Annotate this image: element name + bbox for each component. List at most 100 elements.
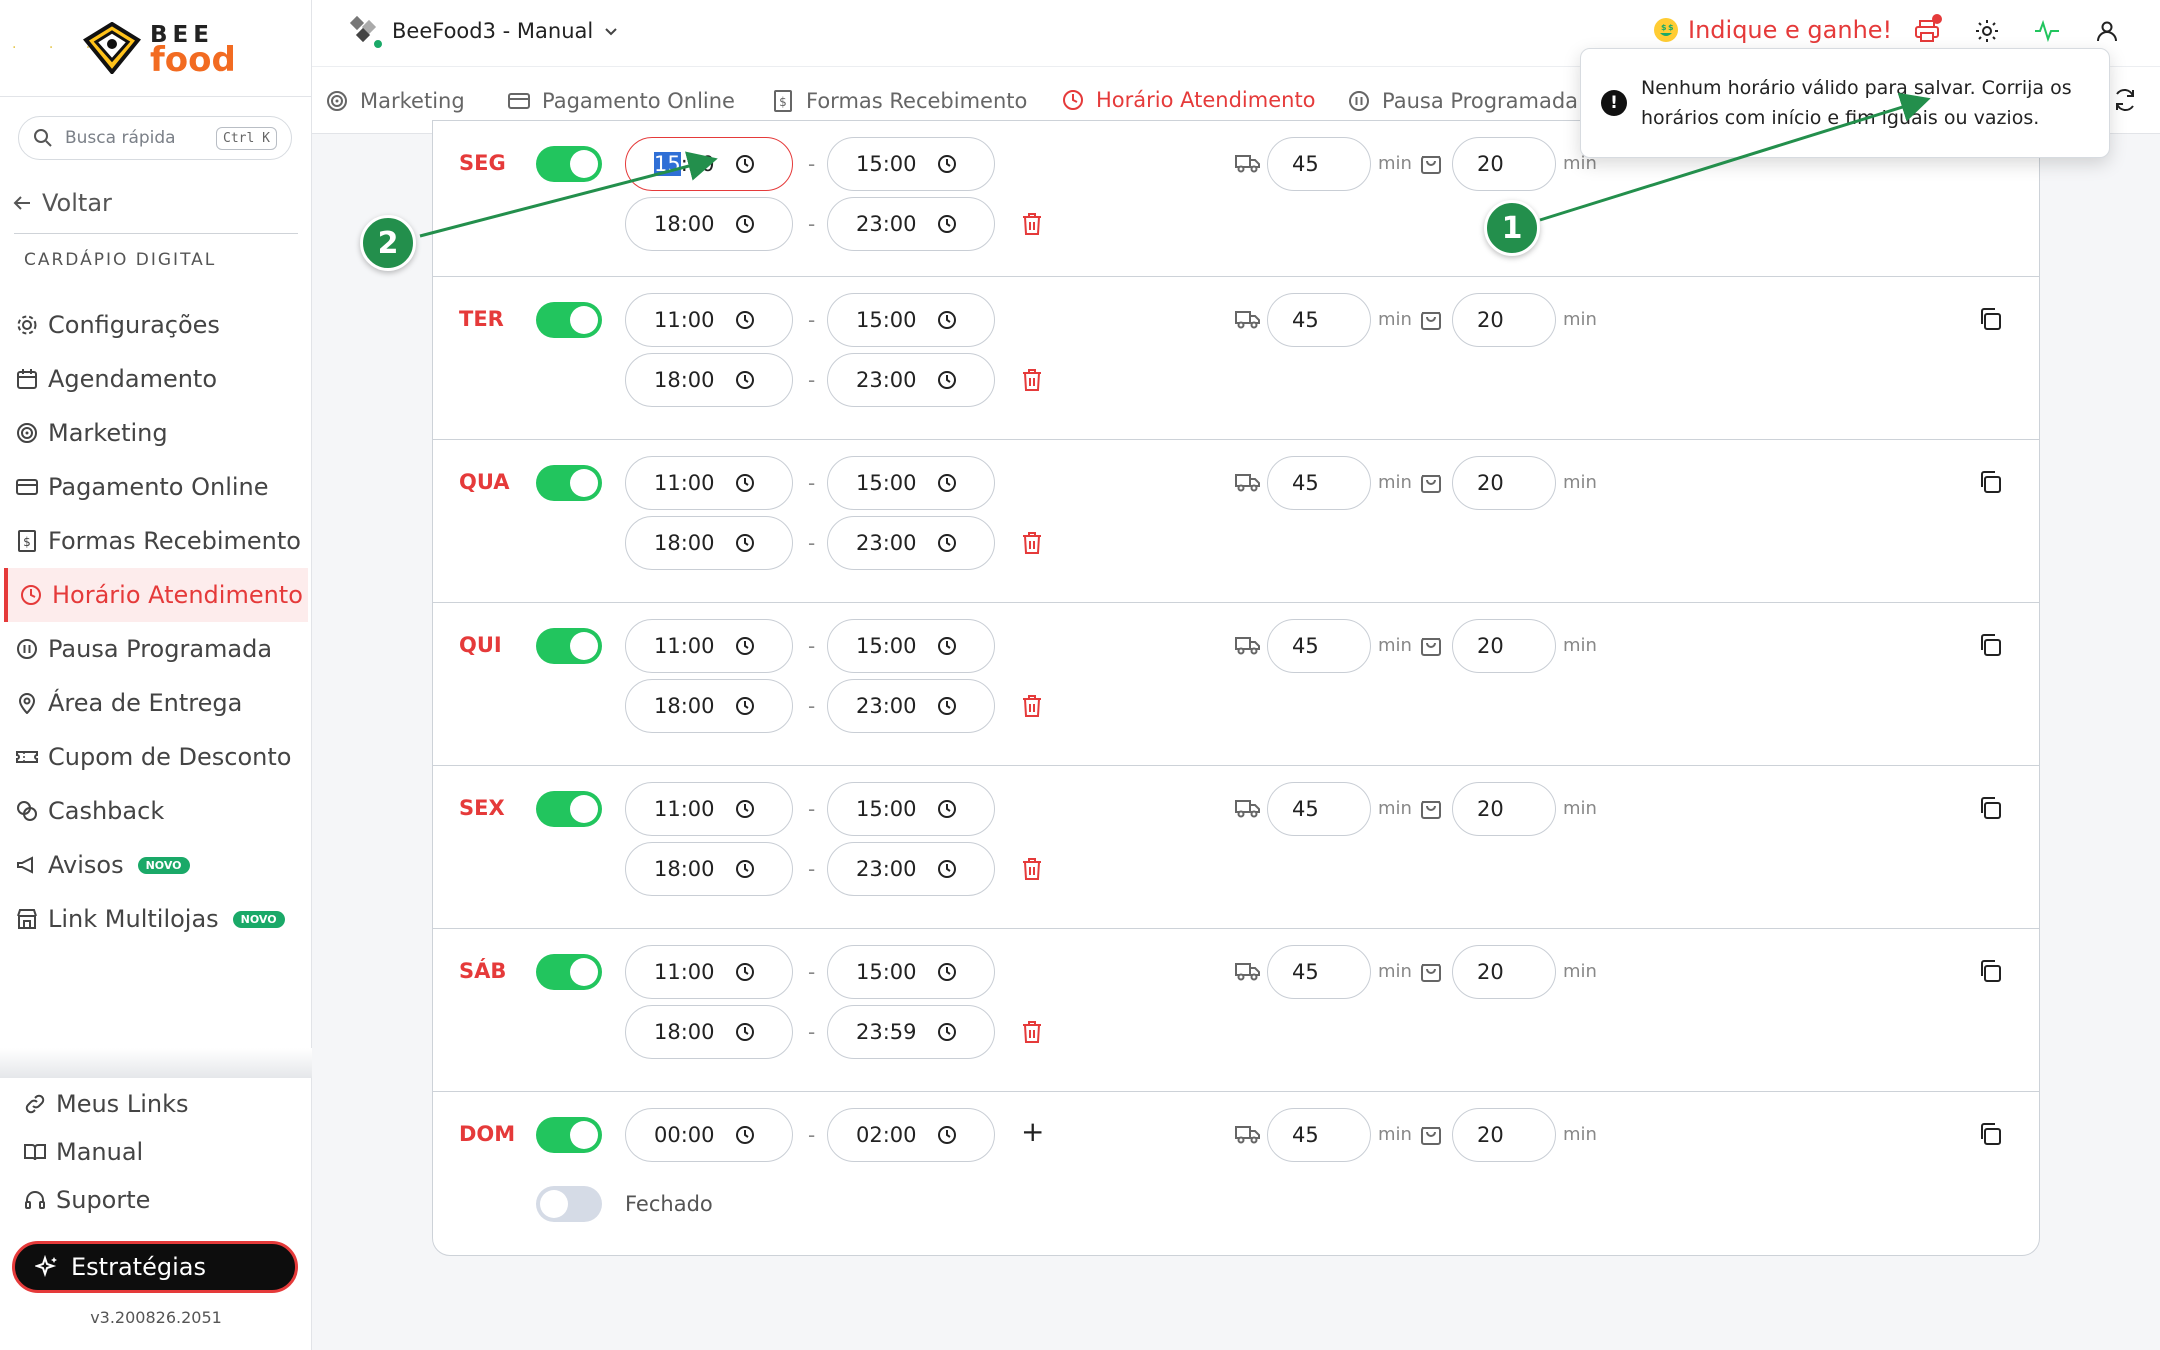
start-time-input[interactable]: 18:00 — [625, 1005, 793, 1059]
end-time-input[interactable]: 15:00 — [827, 137, 995, 191]
start-time-input[interactable]: 18:00 — [625, 842, 793, 896]
sidebar-item-meus-links[interactable]: Meus Links — [0, 1080, 312, 1128]
delivery-time-input[interactable]: 45 — [1267, 456, 1371, 510]
end-time-input[interactable]: 23:00 — [827, 516, 995, 570]
start-time-input[interactable]: 15:00 — [625, 137, 793, 191]
sidebar-item-avisos[interactable]: Avisos NOVO — [0, 838, 312, 892]
time-value: 15:00 — [856, 471, 917, 495]
day-enabled-toggle[interactable] — [536, 302, 602, 338]
theme-toggle-button[interactable] — [1972, 14, 2002, 48]
sidebar-item-cashback[interactable]: Cashback — [0, 784, 312, 838]
start-time-input[interactable]: 11:00 — [625, 456, 793, 510]
end-time-input[interactable]: 15:00 — [827, 619, 995, 673]
closed-label: Fechado — [625, 1192, 713, 1216]
day-enabled-toggle[interactable] — [536, 628, 602, 664]
start-time-input[interactable]: 11:00 — [625, 293, 793, 347]
start-time-input[interactable]: 18:00 — [625, 516, 793, 570]
day-label: SEX — [459, 796, 505, 820]
user-icon — [2097, 21, 2117, 42]
end-time-input[interactable]: 23:00 — [827, 197, 995, 251]
delivery-time-input[interactable]: 45 — [1267, 945, 1371, 999]
shopping-bag-icon — [1420, 307, 1442, 335]
delete-slot-button[interactable] — [1021, 531, 1043, 559]
closed-toggle[interactable] — [536, 1186, 602, 1222]
sidebar-item-agendamento[interactable]: Agendamento — [0, 352, 312, 406]
sidebar-item-area-de-entrega[interactable]: Área de Entrega — [0, 676, 312, 730]
quick-search-input[interactable]: Busca rápida Ctrl K — [18, 116, 292, 160]
pickup-time-input[interactable]: 20 — [1452, 782, 1556, 836]
sparkles-icon — [35, 1255, 57, 1278]
pickup-time-input[interactable]: 20 — [1452, 456, 1556, 510]
day-enabled-toggle[interactable] — [536, 146, 602, 182]
sidebar-item-horario-atendimento[interactable]: Horário Atendimento — [4, 568, 308, 622]
time-value: 11:00 — [654, 960, 715, 984]
referral-link[interactable]: $ $ Indique e ganhe! — [1652, 16, 1892, 44]
money-face-icon: $ $ — [1654, 18, 1678, 42]
day-enabled-toggle[interactable] — [536, 791, 602, 827]
back-link[interactable]: Voltar — [12, 189, 112, 217]
sidebar-item-cupom-de-desconto[interactable]: Cupom de Desconto — [0, 730, 312, 784]
delivery-time-input[interactable]: 45 — [1267, 137, 1371, 191]
delivery-time-input[interactable]: 45 — [1267, 782, 1371, 836]
day-enabled-toggle[interactable] — [536, 954, 602, 990]
copy-day-button[interactable] — [1978, 470, 2002, 498]
start-time-input[interactable]: 11:00 — [625, 782, 793, 836]
sidebar-item-marketing[interactable]: Marketing — [0, 406, 312, 460]
copy-day-button[interactable] — [1978, 796, 2002, 824]
end-time-input[interactable]: 15:00 — [827, 945, 995, 999]
pickup-time-input[interactable]: 20 — [1452, 1108, 1556, 1162]
end-time-input[interactable]: 15:00 — [827, 456, 995, 510]
delete-slot-button[interactable] — [1021, 368, 1043, 396]
store-selector[interactable]: BeeFood3 - Manual — [348, 14, 619, 50]
start-time-input[interactable]: 11:00 — [625, 619, 793, 673]
start-time-input[interactable]: 18:00 — [625, 679, 793, 733]
day-enabled-toggle[interactable] — [536, 465, 602, 501]
time-value: 18:00 — [654, 1020, 715, 1044]
pickup-time-input[interactable]: 20 — [1452, 945, 1556, 999]
copy-day-button[interactable] — [1978, 633, 2002, 661]
end-time-input[interactable]: 23:00 — [827, 842, 995, 896]
pickup-time-input[interactable]: 20 — [1452, 619, 1556, 673]
copy-day-button[interactable] — [1978, 959, 2002, 987]
sidebar-item-suporte[interactable]: Suporte — [0, 1176, 312, 1224]
start-time-input[interactable]: 18:00 — [625, 197, 793, 251]
delete-slot-button[interactable] — [1021, 212, 1043, 240]
delivery-time-input[interactable]: 45 — [1267, 619, 1371, 673]
end-time-input[interactable]: 23:00 — [827, 353, 995, 407]
refresh-button[interactable] — [2112, 87, 2138, 117]
sidebar-item-pausa-programada[interactable]: Pausa Programada — [0, 622, 312, 676]
strategies-button[interactable]: Estratégias — [12, 1241, 298, 1293]
start-time-input[interactable]: 00:00 — [625, 1108, 793, 1162]
copy-day-button[interactable] — [1978, 1122, 2002, 1150]
end-time-input[interactable]: 23:59 — [827, 1005, 995, 1059]
sidebar-item-manual[interactable]: Manual — [0, 1128, 312, 1176]
activity-button[interactable] — [2032, 14, 2062, 48]
start-time-input[interactable]: 18:00 — [625, 353, 793, 407]
unit-label: min — [1563, 472, 1597, 493]
link-icon — [25, 1094, 45, 1114]
end-time-input[interactable]: 02:00 — [827, 1108, 995, 1162]
end-time-input[interactable]: 15:00 — [827, 293, 995, 347]
printer-button[interactable] — [1912, 14, 1942, 48]
sidebar-item-pagamento-online[interactable]: Pagamento Online — [0, 460, 312, 514]
day-enabled-toggle[interactable] — [536, 1117, 602, 1153]
delete-slot-button[interactable] — [1021, 857, 1043, 885]
alert-icon: ! — [1601, 90, 1627, 116]
pickup-time-input[interactable]: 20 — [1452, 137, 1556, 191]
sidebar-item-link-multilojas[interactable]: Link Multilojas NOVO — [0, 892, 312, 946]
add-slot-button[interactable]: + — [1021, 1115, 1044, 1148]
coins-icon — [17, 801, 37, 821]
sidebar-item-configuracoes[interactable]: Configurações — [0, 298, 312, 352]
copy-day-button[interactable] — [1978, 307, 2002, 335]
delete-slot-button[interactable] — [1021, 694, 1043, 722]
start-time-input[interactable]: 11:00 — [625, 945, 793, 999]
delete-slot-button[interactable] — [1021, 1020, 1043, 1048]
delivery-time-input[interactable]: 45 — [1267, 293, 1371, 347]
end-time-input[interactable]: 23:00 — [827, 679, 995, 733]
sidebar-item-formas-recebimento[interactable]: $ Formas Recebimento — [0, 514, 312, 568]
delivery-time-input[interactable]: 45 — [1267, 1108, 1371, 1162]
pause-icon — [17, 639, 37, 659]
user-menu-button[interactable] — [2092, 14, 2122, 48]
end-time-input[interactable]: 15:00 — [827, 782, 995, 836]
pickup-time-input[interactable]: 20 — [1452, 293, 1556, 347]
